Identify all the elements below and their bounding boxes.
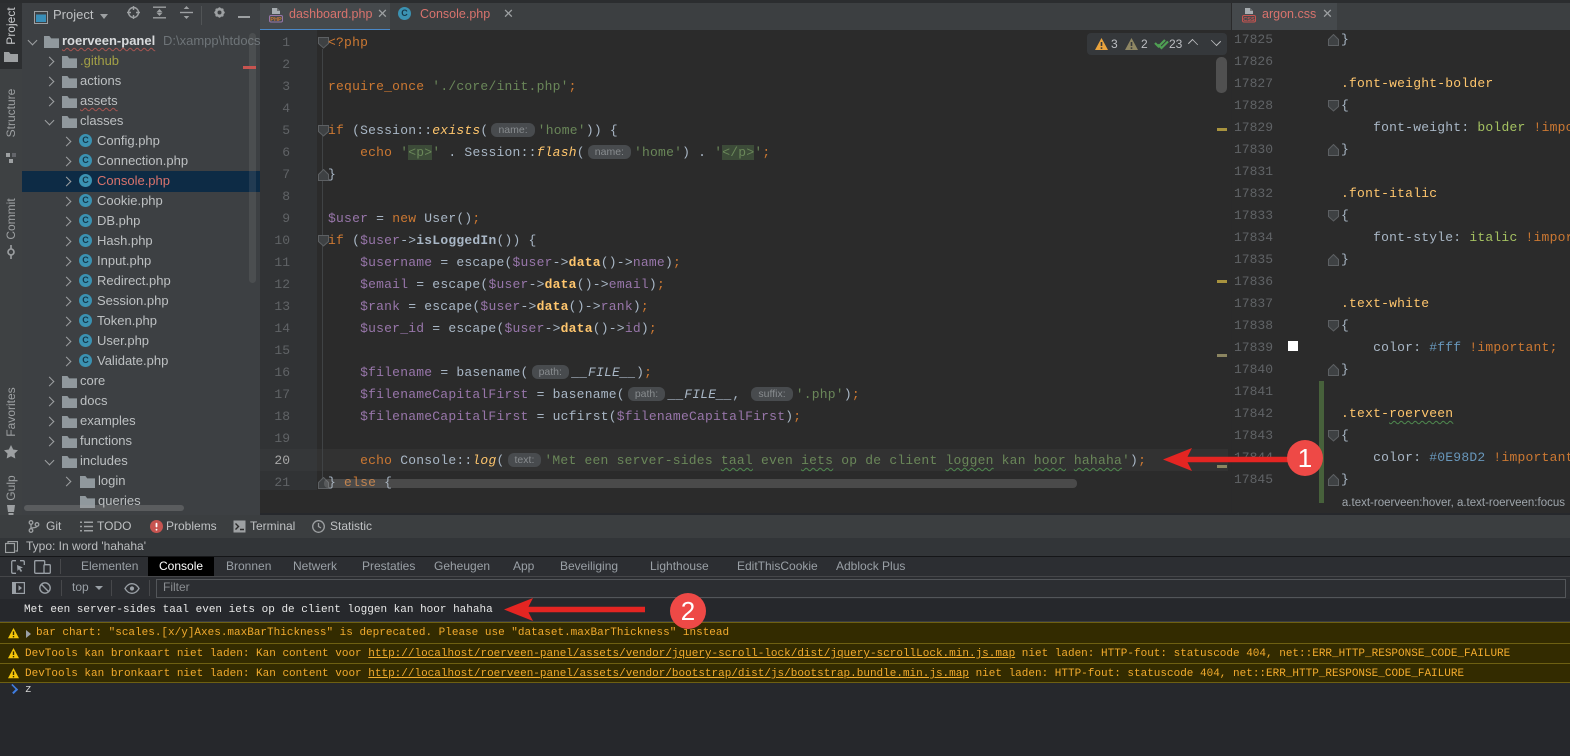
svg-text:PHP: PHP: [270, 17, 282, 23]
svg-text:CSS: CSS: [1243, 17, 1255, 23]
